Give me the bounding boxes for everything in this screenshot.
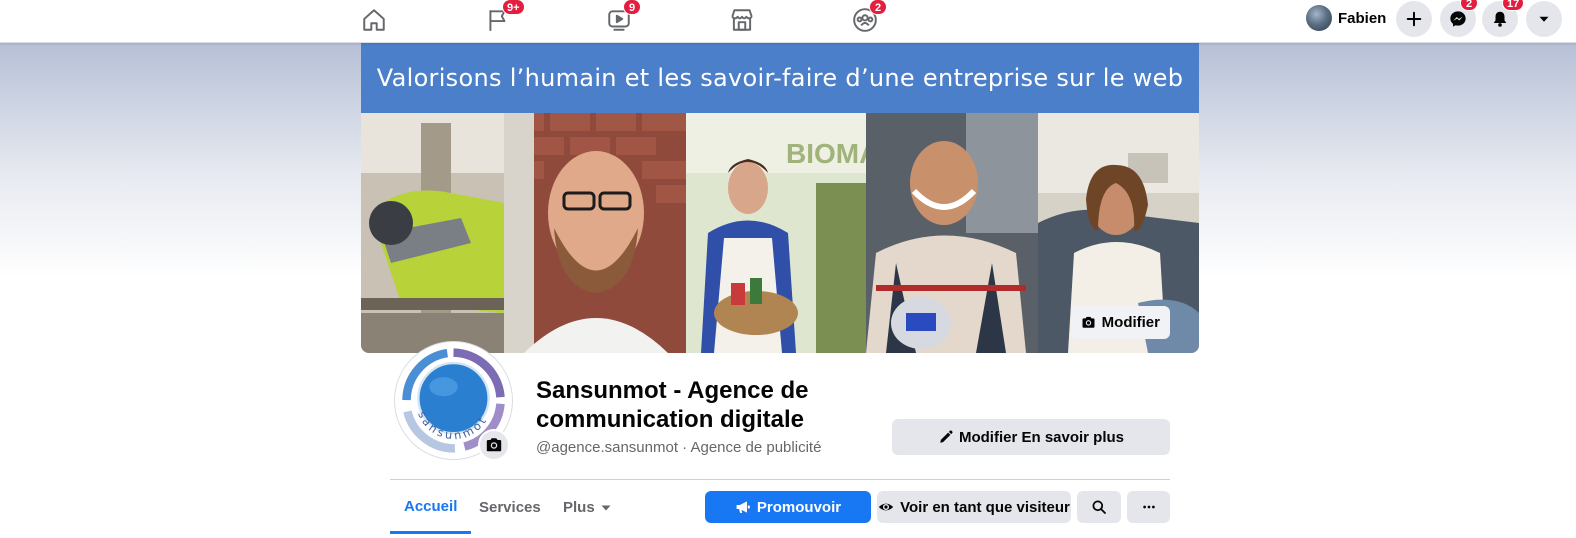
caret-down-icon [1539, 16, 1549, 22]
nav-tab-marketplace[interactable] [712, 0, 772, 40]
profile-shortcut[interactable]: Fabien [1300, 2, 1396, 34]
create-button[interactable] [1396, 1, 1432, 37]
profile-name: Fabien [1338, 9, 1387, 27]
edit-cover-button[interactable]: Modifier [1070, 306, 1170, 339]
edit-learn-more-label: Modifier En savoir plus [958, 428, 1125, 446]
ellipsis-icon [1142, 505, 1155, 509]
nav-tab-home[interactable] [344, 0, 404, 40]
tab-more-label: Plus [563, 499, 595, 516]
cover-photo-worker [361, 113, 504, 353]
tab-home-label: Accueil [404, 497, 458, 515]
camera-icon [486, 438, 502, 452]
nav-tab-pages[interactable]: 9+ [468, 0, 528, 40]
edit-profile-picture-button[interactable] [478, 429, 510, 461]
notifications-button[interactable]: 17 [1482, 0, 1525, 37]
camera-icon [1082, 316, 1095, 328]
groups-badge: 2 [869, 0, 887, 15]
account-menu-button[interactable] [1526, 1, 1562, 37]
search-button[interactable] [1077, 491, 1121, 523]
messenger-button[interactable]: 2 [1440, 0, 1478, 37]
pencil-icon [940, 429, 953, 443]
eye-icon [878, 503, 894, 511]
bell-icon [1493, 11, 1507, 27]
divider [390, 479, 1170, 480]
caret-down-icon [601, 505, 611, 510]
tab-services-label: Services [479, 499, 541, 516]
nav-tab-watch[interactable]: 9 [589, 0, 649, 40]
messenger-badge: 2 [1460, 0, 1478, 11]
cover-photo-grocer: BIOMA [686, 113, 866, 353]
messenger-icon [1450, 11, 1466, 27]
page-subtitle: @agence.sansunmot · Agence de publicité [536, 439, 822, 456]
promote-button[interactable]: Promouvoir [705, 491, 871, 523]
cover-photo-mechanic [866, 113, 1038, 353]
cover-banner-text: Valorisons l’humain et les savoir-faire … [376, 64, 1184, 92]
top-navigation-bar: 9+ 9 2 Fabien 2 17 [0, 0, 1576, 43]
promote-label: Promouvoir [756, 498, 842, 516]
cover-photo[interactable]: Valorisons l’humain et les savoir-faire … [361, 43, 1199, 353]
page-title: Sansunmot - Agence de communication digi… [536, 377, 809, 433]
edit-learn-more-button[interactable]: Modifier En savoir plus [892, 419, 1170, 455]
plus-icon [1406, 11, 1422, 27]
cover-banner: Valorisons l’humain et les savoir-faire … [361, 43, 1199, 113]
avatar [1306, 5, 1332, 31]
edit-cover-label: Modifier [1101, 314, 1160, 331]
marketplace-icon [731, 9, 753, 31]
tab-more[interactable]: Plus [549, 481, 626, 534]
more-options-button[interactable] [1127, 491, 1170, 523]
tab-services[interactable]: Services [465, 481, 555, 534]
megaphone-icon [736, 501, 750, 513]
watch-badge: 9 [623, 0, 641, 15]
view-as-visitor-label: Voir en tant que visiteur [900, 498, 1070, 516]
home-icon [363, 9, 385, 31]
search-icon [1092, 500, 1106, 514]
cover-photo-bearded-man [504, 113, 686, 353]
tab-home[interactable]: Accueil [390, 481, 472, 534]
notifications-badge: 17 [1502, 0, 1525, 11]
pages-badge: 9+ [502, 0, 525, 15]
svg-text:BIOMA: BIOMA [786, 138, 866, 169]
nav-tab-groups[interactable]: 2 [835, 0, 895, 40]
view-as-visitor-button[interactable]: Voir en tant que visiteur [877, 491, 1071, 523]
